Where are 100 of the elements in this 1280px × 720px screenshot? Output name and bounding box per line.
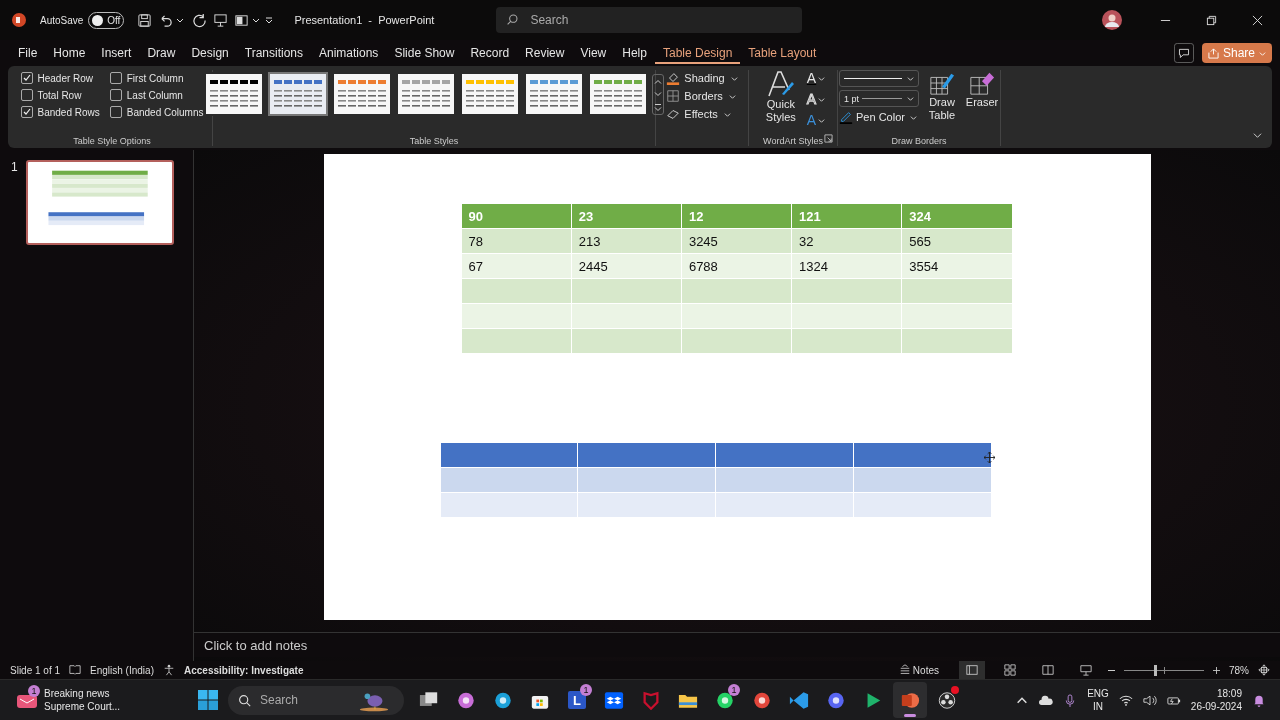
zoom-in-icon[interactable] bbox=[1213, 666, 1220, 674]
speaker-icon[interactable] bbox=[1142, 693, 1157, 707]
table-style-swatch[interactable] bbox=[332, 72, 392, 116]
ribbon-tab[interactable]: View bbox=[572, 42, 615, 64]
taskbar-app[interactable]: L 1 bbox=[560, 682, 594, 718]
avatar-icon[interactable] bbox=[1102, 10, 1122, 30]
accessibility-icon[interactable] bbox=[162, 664, 175, 676]
option-checkbox[interactable]: First Column bbox=[109, 72, 204, 84]
ribbon-tab[interactable]: Home bbox=[45, 42, 94, 64]
news-headline[interactable]: Supreme Court... bbox=[44, 700, 121, 713]
caret-icon bbox=[723, 110, 731, 118]
ribbon-tab[interactable]: Slide Show bbox=[386, 42, 463, 64]
text-style-button[interactable]: A bbox=[806, 70, 826, 87]
table-cell: 78 bbox=[461, 229, 571, 253]
ribbon-tab[interactable]: Draw bbox=[139, 42, 184, 64]
check-icon bbox=[21, 73, 32, 83]
ribbon-tab[interactable]: Table Design bbox=[654, 42, 741, 64]
table-cell: 67 bbox=[461, 254, 571, 278]
ribbon-tab[interactable]: File bbox=[10, 42, 46, 64]
layout-icon[interactable] bbox=[234, 12, 250, 28]
cloud-icon[interactable] bbox=[1039, 693, 1054, 707]
line-weight-dropdown[interactable]: 1 pt bbox=[839, 90, 919, 107]
text-style-button[interactable]: A bbox=[806, 91, 826, 108]
fit-slide-icon[interactable] bbox=[1258, 664, 1270, 676]
ribbon-tab[interactable]: Record bbox=[462, 42, 518, 64]
collapse-ribbon-icon[interactable] bbox=[1253, 131, 1262, 140]
view-button[interactable] bbox=[959, 661, 985, 679]
table-cell: 32 bbox=[792, 229, 902, 253]
restore-icon[interactable] bbox=[1206, 14, 1217, 26]
caret-icon[interactable] bbox=[252, 16, 261, 24]
clock-time[interactable]: 18:09 bbox=[1216, 687, 1242, 700]
language-label[interactable]: English (India) bbox=[90, 664, 154, 676]
search-field[interactable]: Search bbox=[496, 7, 803, 33]
ribbon-button[interactable]: Shading bbox=[666, 71, 738, 85]
ribbon-tab[interactable]: Animations bbox=[311, 42, 387, 64]
ribbon-button[interactable]: Borders bbox=[666, 89, 738, 103]
window-title: Presentation1 - PowerPoint bbox=[294, 14, 436, 26]
redo-icon[interactable] bbox=[192, 12, 208, 28]
option-checkbox[interactable]: Total Row bbox=[20, 89, 100, 101]
search-icon bbox=[238, 693, 251, 707]
wifi-icon[interactable] bbox=[1118, 693, 1133, 707]
ribbon-tab[interactable]: Design bbox=[183, 42, 237, 64]
table-cell: 6788 bbox=[681, 254, 792, 278]
notification-badge: 1 bbox=[28, 685, 40, 697]
book-check-icon[interactable] bbox=[69, 664, 82, 676]
close-icon[interactable] bbox=[1252, 14, 1263, 26]
caret-icon bbox=[818, 75, 826, 82]
table-style-swatch[interactable] bbox=[588, 72, 648, 116]
taskbar-app[interactable]: 1 bbox=[708, 682, 742, 718]
input-region[interactable]: IN bbox=[1093, 700, 1103, 713]
customize-icon[interactable] bbox=[265, 16, 274, 24]
table-style-swatch[interactable] bbox=[524, 72, 584, 116]
quick-styles-button[interactable]: Quick Styles bbox=[760, 70, 801, 129]
line-style-dropdown[interactable] bbox=[839, 70, 919, 87]
comment-icon[interactable] bbox=[1173, 43, 1194, 63]
ribbon-tab[interactable]: Insert bbox=[93, 42, 140, 64]
ribbon-tab[interactable]: Transitions bbox=[236, 42, 311, 64]
accessibility-status[interactable]: Accessibility: Investigate bbox=[183, 664, 304, 676]
clock-date[interactable]: 26-09-2024 bbox=[1190, 700, 1242, 713]
share-icon bbox=[1207, 47, 1219, 59]
zoom-level[interactable]: 78% bbox=[1229, 664, 1249, 676]
presenter-icon[interactable] bbox=[213, 12, 229, 28]
ribbon-button[interactable]: Effects bbox=[666, 107, 738, 121]
table-style-swatch[interactable] bbox=[396, 72, 456, 116]
slide-thumbnail[interactable] bbox=[25, 160, 174, 245]
table-lines-drawing bbox=[594, 90, 642, 107]
pen-color-button[interactable]: Pen Color bbox=[839, 110, 919, 124]
table-style-swatch[interactable] bbox=[204, 72, 264, 116]
news-title[interactable]: Breaking news bbox=[44, 687, 121, 700]
caret-icon[interactable] bbox=[176, 16, 185, 24]
save-icon[interactable] bbox=[137, 12, 153, 28]
option-checkbox[interactable]: Header Row bbox=[20, 72, 100, 84]
caret-icon bbox=[1259, 49, 1266, 57]
option-checkbox[interactable]: Banded Rows bbox=[20, 106, 100, 118]
slide-count: Slide 1 of 1 bbox=[10, 664, 61, 676]
table-style-swatch[interactable] bbox=[268, 72, 328, 116]
option-checkbox[interactable]: Banded Columns bbox=[109, 106, 204, 118]
ribbon-tab[interactable]: Review bbox=[517, 42, 573, 64]
caret-icon bbox=[728, 92, 736, 100]
windows-start-icon[interactable] bbox=[198, 690, 218, 710]
dialog-launcher-icon[interactable] bbox=[824, 134, 833, 143]
ribbon-tab[interactable]: Help bbox=[614, 42, 655, 64]
group-label: Table Style Options bbox=[73, 136, 151, 146]
table-lines-drawing bbox=[402, 90, 450, 107]
ribbon-tab[interactable]: Table Layout bbox=[740, 42, 825, 64]
table-cell: 3554 bbox=[902, 254, 1012, 278]
caret-icon bbox=[818, 96, 826, 103]
search-icon bbox=[506, 13, 520, 26]
table-style-swatch[interactable] bbox=[460, 72, 520, 116]
option-checkbox[interactable]: Last Column bbox=[109, 89, 204, 101]
notes-button[interactable]: Notes bbox=[898, 664, 939, 676]
input-language[interactable]: ENG bbox=[1087, 687, 1109, 700]
group-label: Table Styles bbox=[409, 136, 459, 146]
taskbar-app[interactable] bbox=[893, 682, 927, 718]
ribbon-button[interactable]: Draw Table bbox=[925, 70, 959, 124]
bell-icon[interactable] bbox=[1252, 693, 1266, 707]
text-style-button[interactable]: A bbox=[806, 112, 826, 129]
ribbon-button[interactable]: Eraser bbox=[965, 70, 999, 124]
table-lines-drawing bbox=[210, 90, 258, 107]
taskbar-search-field[interactable]: Search bbox=[228, 685, 404, 715]
